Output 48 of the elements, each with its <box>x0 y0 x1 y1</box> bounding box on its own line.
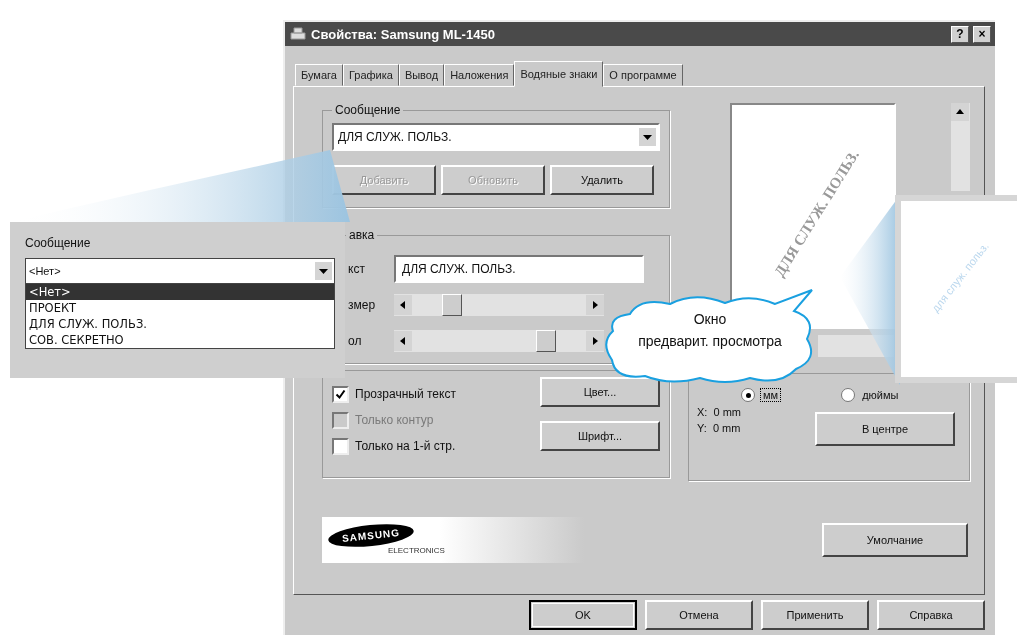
message-dropdown[interactable]: ДЛЯ СЛУЖ. ПОЛЬЗ. <box>332 123 660 151</box>
dialog-button[interactable]: Шрифт... <box>540 421 660 451</box>
dropdown-option[interactable]: ПРОЕКТ <box>26 300 334 316</box>
slider-label: змер <box>347 298 377 312</box>
close-button[interactable]: × <box>973 25 991 43</box>
checkbox-label: Прозрачный текст <box>355 387 456 401</box>
group-label: Сообщение <box>25 236 92 250</box>
window-title: Свойства: Samsung ML-1450 <box>311 26 495 42</box>
radio-label: дюймы <box>861 389 900 401</box>
dialog-button[interactable]: Справка <box>877 600 985 630</box>
dropdown-option[interactable]: <Нет> <box>26 284 334 300</box>
checkbox[interactable] <box>332 385 349 403</box>
message-dropdown[interactable]: <Нет> <box>25 258 335 284</box>
checkmark-icon <box>335 388 346 400</box>
scrollbar[interactable] <box>951 103 970 191</box>
coordinate-text: X: 0 mm <box>697 406 741 418</box>
tab[interactable]: Графика <box>342 64 399 86</box>
dialog-button[interactable]: OK <box>529 600 637 630</box>
printer-icon <box>289 26 307 42</box>
group-label: Сообщение <box>334 103 402 117</box>
coordinate-text: Y: 0 mm <box>697 422 741 434</box>
slider-label: ол <box>347 334 363 348</box>
slider-thumb[interactable] <box>442 294 462 316</box>
radio-button[interactable] <box>741 388 755 402</box>
dialog-button[interactable]: Цвет... <box>540 377 660 407</box>
text-field[interactable]: ДЛЯ СЛУЖ. ПОЛЬЗ. <box>394 255 644 283</box>
slider-thumb[interactable] <box>535 330 556 352</box>
tab[interactable]: О программе <box>603 64 683 86</box>
group-label: авка <box>348 228 376 242</box>
dropdown-option[interactable]: СОВ. СЕКРЕТНО <box>26 332 334 348</box>
radio-label: мм <box>760 388 782 402</box>
checkbox[interactable] <box>332 437 349 455</box>
checkbox-label: Только на 1-й стр. <box>355 439 456 453</box>
tab[interactable]: Водяные знаки <box>514 61 604 87</box>
dialog-button[interactable]: Удалить <box>550 165 654 195</box>
tab[interactable]: Бумага <box>295 64 343 86</box>
dialog-button[interactable]: Умолчание <box>822 523 968 557</box>
checkbox-label: Только контур <box>355 413 434 427</box>
dialog-button[interactable]: В центре <box>815 412 955 446</box>
help-button[interactable]: ? <box>951 25 969 43</box>
dialog-button[interactable]: Применить <box>761 600 869 630</box>
callout-text: Окно предварит. просмотра <box>637 310 783 351</box>
dropdown-option[interactable]: ДЛЯ СЛУЖ. ПОЛЬЗ. <box>26 316 334 332</box>
tab[interactable]: Наложения <box>444 64 515 86</box>
field-label: кст <box>347 262 366 276</box>
dialog-button[interactable]: Отмена <box>645 600 753 630</box>
tab[interactable]: Вывод <box>398 64 445 86</box>
radio-button[interactable] <box>841 388 856 402</box>
